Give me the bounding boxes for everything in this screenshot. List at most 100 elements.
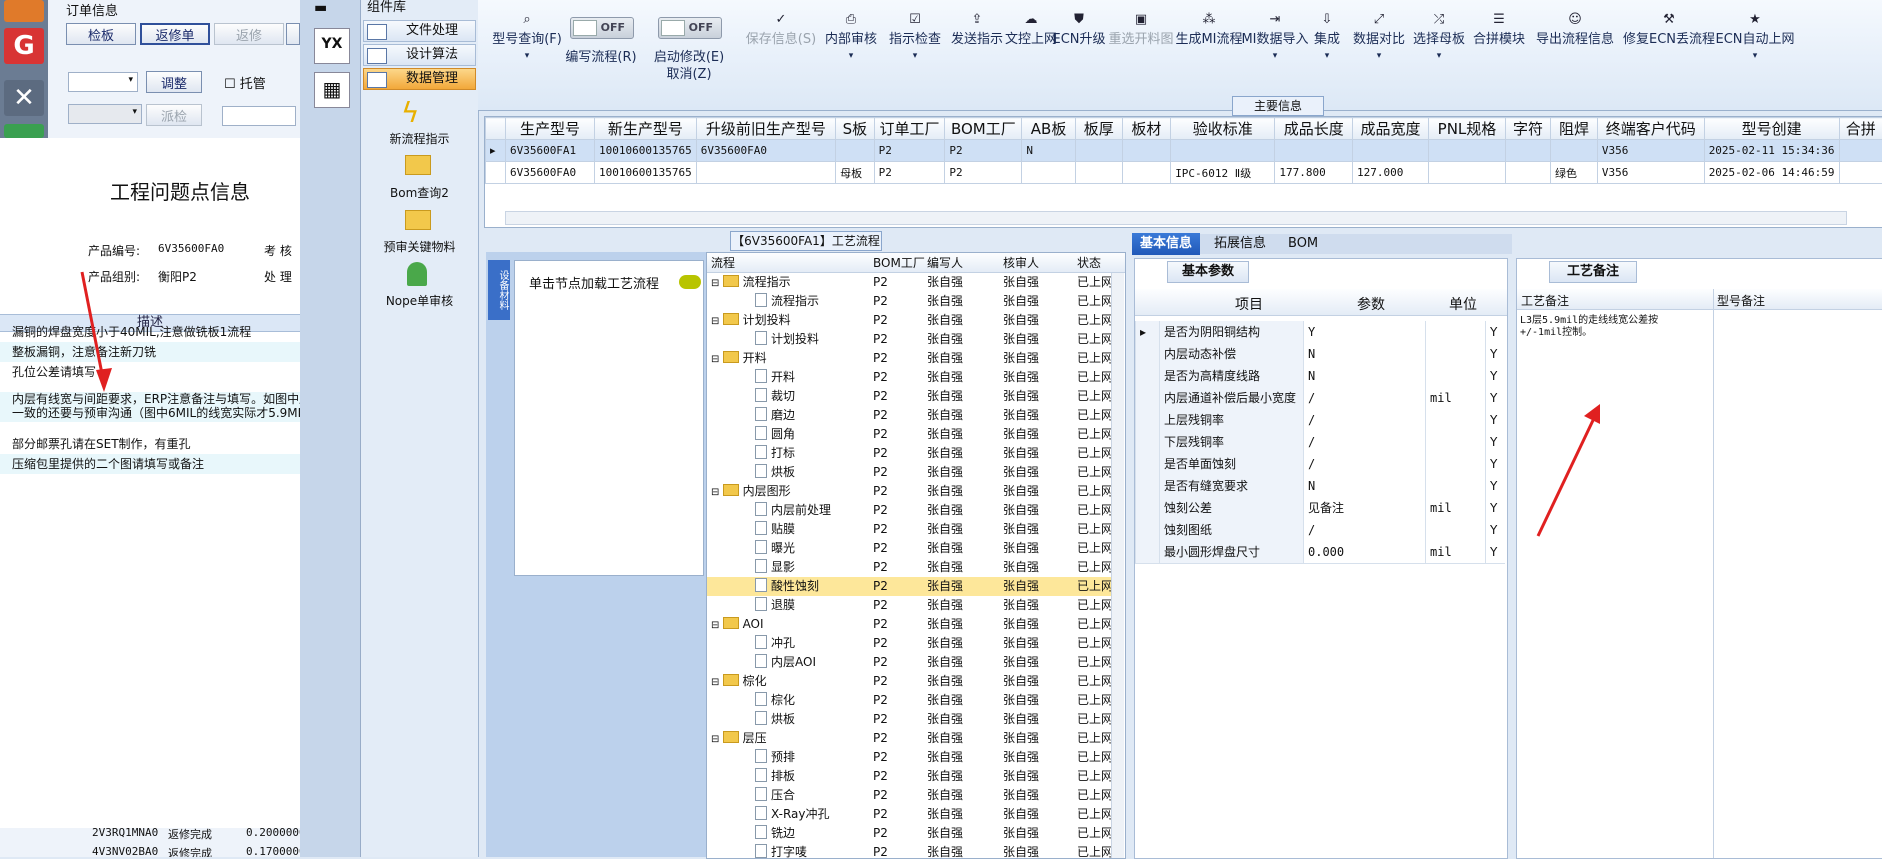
folder-icon[interactable]: [405, 155, 431, 175]
main-col-header[interactable]: 阻焊: [1551, 118, 1598, 140]
tree-row[interactable]: 开料P2张自强张自强已上网: [707, 368, 1111, 387]
pre-review-material-action[interactable]: 预审关键物料: [361, 238, 478, 255]
tree-row[interactable]: 贴膜P2张自强张自强已上网: [707, 520, 1111, 539]
main-col-header[interactable]: 升级前旧生产型号: [696, 118, 835, 140]
param-value[interactable]: /: [1303, 431, 1425, 453]
main-grid-scrollbar[interactable]: [505, 211, 1847, 225]
main-col-header[interactable]: AB板: [1022, 118, 1075, 140]
tree-row[interactable]: 内层前处理P2张自强张自强已上网: [707, 501, 1111, 520]
main-col-header[interactable]: 板材: [1122, 118, 1171, 140]
collapse-icon[interactable]: ⊟: [711, 677, 723, 688]
main-col-header[interactable]: S板: [836, 118, 875, 140]
basic-params-subtab[interactable]: 基本参数: [1167, 261, 1249, 283]
main-col-header[interactable]: 成品长度: [1275, 118, 1353, 140]
param-value[interactable]: 0.000: [1303, 541, 1425, 563]
hosting-checkbox[interactable]: ☐ 托管: [224, 73, 266, 92]
param-value[interactable]: /: [1303, 453, 1425, 475]
issue-row[interactable]: 压缩包里提供的二个图请填写或备注: [0, 454, 300, 474]
param-value[interactable]: N: [1303, 365, 1425, 387]
param-row[interactable]: 蚀刻图纸/Y: [1135, 519, 1505, 542]
main-col-header[interactable]: 成品宽度: [1353, 118, 1429, 140]
app-icon-top[interactable]: [4, 0, 44, 22]
left-combo-1[interactable]: ▾: [68, 72, 138, 92]
param-row[interactable]: 是否有缝宽要求NY: [1135, 475, 1505, 498]
tree-row[interactable]: 内层AOIP2张自强张自强已上网: [707, 653, 1111, 672]
main-col-header[interactable]: 板厚: [1075, 118, 1122, 140]
left-combo-2[interactable]: ▾: [68, 104, 142, 124]
tree-row[interactable]: 预排P2张自强张自强已上网: [707, 748, 1111, 767]
dispatch-inspect-button[interactable]: 派检: [146, 104, 202, 126]
lightning-icon[interactable]: ϟ: [401, 96, 419, 129]
g-logo-icon[interactable]: G: [4, 28, 44, 64]
issue-row[interactable]: 整板漏铜，注意备注新刀铣: [0, 342, 300, 362]
tree-row[interactable]: 曝光P2张自强张自强已上网: [707, 539, 1111, 558]
param-row[interactable]: 上层残铜率/Y: [1135, 409, 1505, 432]
new-flow-action[interactable]: 新流程指示: [361, 130, 478, 147]
collapse-icon[interactable]: ⊟: [711, 278, 723, 289]
table-row[interactable]: ▸6V35600FA1100106001357656V35600FA0P2P2N…: [486, 140, 1882, 162]
yx-logo-icon[interactable]: YX: [314, 28, 350, 64]
table-row[interactable]: 6V35600FA010010600135765母板P2P2IPC-6012 Ⅱ…: [486, 162, 1882, 184]
param-value[interactable]: N: [1303, 343, 1425, 365]
tab-bom[interactable]: BOM: [1280, 233, 1326, 255]
main-col-header[interactable]: 生产型号: [505, 118, 594, 140]
tree-row[interactable]: 打标P2张自强张自强已上网: [707, 444, 1111, 463]
param-row[interactable]: 下层残铜率/Y: [1135, 431, 1505, 454]
tree-row[interactable]: 计划投料P2张自强张自强已上网: [707, 330, 1111, 349]
collapse-icon[interactable]: ⊟: [711, 620, 723, 631]
tree-row[interactable]: ⊟ 开料P2张自强张自强已上网: [707, 349, 1111, 368]
edit-flow-toggle[interactable]: OFF: [570, 17, 634, 39]
collapse-icon[interactable]: ⊟: [711, 316, 723, 327]
tree-row[interactable]: 退膜P2张自强张自强已上网: [707, 596, 1111, 615]
param-row[interactable]: 内层通道补偿后最小宽度/milY: [1135, 387, 1505, 410]
issue-row-cont[interactable]: 一致的还要与预审沟通（图中6MIL的线宽实际才5.9MIL: [0, 406, 300, 422]
speech-bubble-icon[interactable]: [679, 275, 701, 289]
tree-row[interactable]: ⊟ 流程指示P2张自强张自强已上网: [707, 273, 1111, 292]
main-col-header[interactable]: BOM工厂: [945, 118, 1022, 140]
tree-row[interactable]: 酸性蚀刻P2张自强张自强已上网: [707, 577, 1111, 596]
main-col-header[interactable]: 验收标准: [1171, 118, 1275, 140]
tree-row[interactable]: X-Ray冲孔P2张自强张自强已上网: [707, 805, 1111, 824]
tree-row[interactable]: 棕化P2张自强张自强已上网: [707, 691, 1111, 710]
tree-row[interactable]: 排板P2张自强张自强已上网: [707, 767, 1111, 786]
param-row[interactable]: 是否为高精度线路NY: [1135, 365, 1505, 388]
nope-review-action[interactable]: Nope单审核: [361, 292, 478, 309]
main-col-header[interactable]: 型号创建: [1704, 118, 1839, 140]
param-value[interactable]: /: [1303, 387, 1425, 409]
tree-row[interactable]: ⊟ AOIP2张自强张自强已上网: [707, 615, 1111, 634]
menu-icon[interactable]: ▬: [314, 0, 327, 16]
cancel-label[interactable]: 取消(Z): [644, 63, 734, 82]
left-text-field[interactable]: [222, 106, 296, 126]
bom-query2-action[interactable]: Bom查询2: [361, 184, 478, 201]
rework-button[interactable]: 返修: [214, 23, 284, 45]
menu-design-algorithm[interactable]: 设计算法: [363, 44, 476, 66]
tree-row[interactable]: 铣边P2张自强张自强已上网: [707, 824, 1111, 843]
tree-row[interactable]: 磨边P2张自强张自强已上网: [707, 406, 1111, 425]
tab-basic-info[interactable]: 基本信息: [1132, 233, 1200, 255]
tree-row[interactable]: 压合P2张自强张自强已上网: [707, 786, 1111, 805]
menu-data-management[interactable]: 数据管理: [363, 68, 476, 90]
ecn-auto-online-button[interactable]: ★ECN自动上网▾: [1700, 12, 1810, 62]
start-modify-toggle[interactable]: OFF: [658, 17, 722, 39]
export-flow-info-button[interactable]: ☺导出流程信息: [1530, 12, 1620, 47]
param-value[interactable]: /: [1303, 519, 1425, 541]
tree-row[interactable]: 流程指示P2张自强张自强已上网: [707, 292, 1111, 311]
tree-row[interactable]: 烘板P2张自强张自强已上网: [707, 710, 1111, 729]
collapse-icon[interactable]: ⊟: [711, 354, 723, 365]
param-value[interactable]: Y: [1303, 321, 1425, 343]
user-icon[interactable]: [407, 262, 427, 286]
more-button[interactable]: [286, 23, 300, 45]
tree-row[interactable]: 烘板P2张自强张自强已上网: [707, 463, 1111, 482]
tree-row[interactable]: ⊟ 计划投料P2张自强张自强已上网: [707, 311, 1111, 330]
tree-row[interactable]: ⊟ 层压P2张自强张自强已上网: [707, 729, 1111, 748]
main-col-header[interactable]: 合拼: [1839, 118, 1882, 140]
main-col-header[interactable]: 订单工厂: [874, 118, 945, 140]
issue-row[interactable]: 部分邮票孔请在SET制作，有重孔: [0, 434, 300, 454]
process-note-tab[interactable]: 工艺备注: [1549, 261, 1637, 283]
param-row[interactable]: ▸是否为阴阳铜结构YY: [1135, 321, 1505, 344]
green-icon[interactable]: [4, 124, 44, 138]
param-row[interactable]: 是否单面蚀刻/Y: [1135, 453, 1505, 476]
issue-row[interactable]: 漏铜的焊盘宽度小于40MIL,注意做铣板1流程: [0, 322, 300, 342]
param-row[interactable]: 最小圆形焊盘尺寸0.000milY: [1135, 541, 1505, 564]
main-col-header[interactable]: 字符: [1505, 118, 1550, 140]
